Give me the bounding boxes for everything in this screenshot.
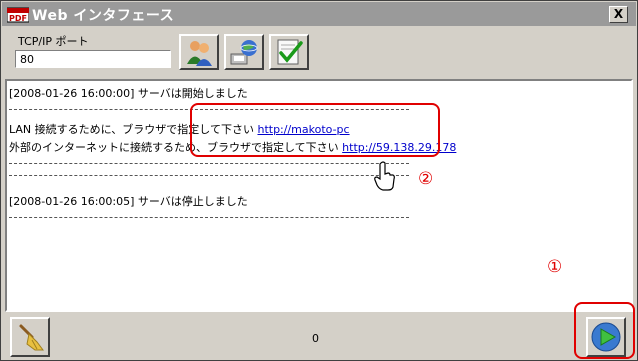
log-line-start: [2008-01-26 16:00:00] サーバは開始しました (9, 87, 248, 100)
port-label: TCP/IP ポート (18, 35, 89, 48)
log-separator (9, 175, 409, 176)
web-interface-window: PDF Web インタフェース X TCP/IP ポート 80 [2008-01… (0, 0, 638, 361)
toolbar: TCP/IP ポート (2, 26, 636, 75)
pdf-app-icon: PDF (7, 7, 29, 23)
bottom-bar: 0 (2, 315, 636, 360)
log-line-stop: [2008-01-26 16:00:05] サーバは停止しました (9, 195, 248, 208)
clear-log-button[interactable] (10, 317, 50, 357)
network-globe-icon (230, 40, 258, 65)
close-button[interactable]: X (609, 6, 628, 23)
log-separator (9, 163, 409, 164)
log-panel[interactable]: [2008-01-26 16:00:00] サーバは開始しました LAN 接続す… (5, 79, 633, 312)
annotation-box-start (574, 302, 635, 359)
settings-check-button[interactable] (269, 34, 309, 70)
title-bar[interactable]: PDF Web インタフェース X (2, 2, 636, 26)
users-button[interactable] (179, 34, 219, 70)
checklist-icon (277, 39, 303, 65)
annotation-marker-2: ② (418, 169, 434, 189)
hand-cursor-icon (374, 161, 395, 191)
broom-icon (19, 324, 44, 351)
annotation-box-urls (190, 103, 440, 157)
annotation-marker-1: ① (547, 257, 563, 277)
users-icon (187, 41, 212, 66)
window-title: Web インタフェース (32, 8, 175, 24)
svg-text:PDF: PDF (9, 14, 27, 23)
log-separator (9, 217, 409, 218)
port-input[interactable] (15, 50, 171, 68)
request-counter: 0 (312, 332, 319, 345)
network-button[interactable] (224, 34, 264, 70)
